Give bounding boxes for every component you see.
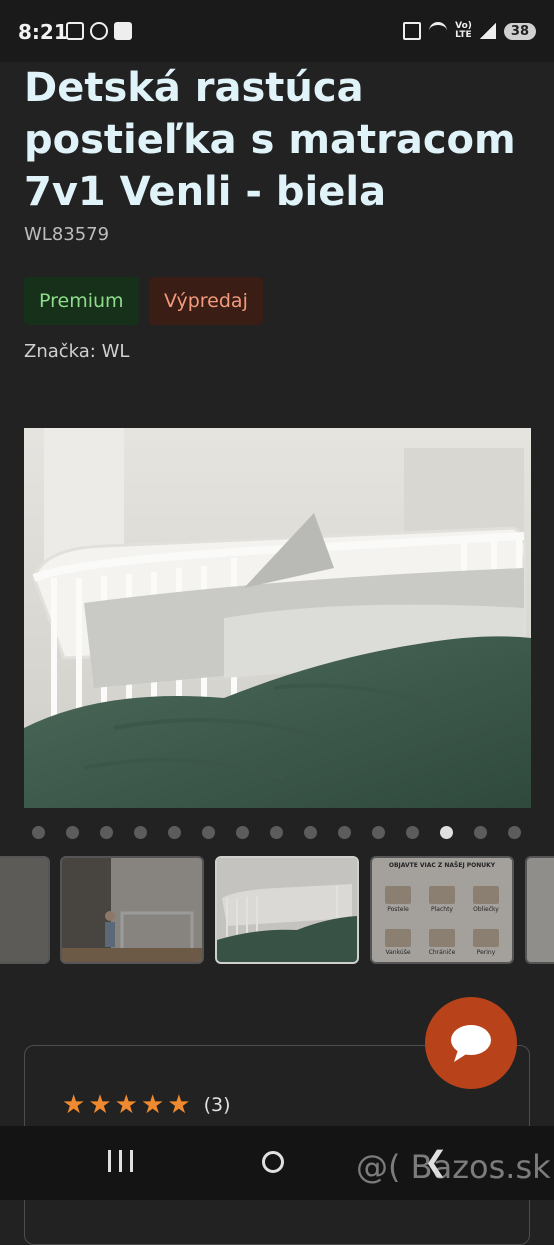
star-icon: ★ <box>167 1090 191 1120</box>
thumbnail-3-selected[interactable] <box>215 856 359 964</box>
pagination-dot[interactable] <box>372 826 385 839</box>
pagination-dot[interactable] <box>406 826 419 839</box>
premium-badge: Premium <box>24 277 139 325</box>
pagination-dot[interactable] <box>202 826 215 839</box>
pagination-dot[interactable] <box>474 826 487 839</box>
chat-button[interactable] <box>425 997 517 1089</box>
pagination-dot[interactable] <box>338 826 351 839</box>
notification-icons <box>66 22 132 40</box>
pagination-dot[interactable] <box>66 826 79 839</box>
sale-badge: Výpredaj <box>149 277 263 325</box>
star-icon: ★ <box>62 1090 86 1120</box>
pagination-dot[interactable] <box>168 826 181 839</box>
recent-apps-button[interactable] <box>108 1150 133 1172</box>
signal-icon <box>479 23 496 39</box>
status-bar: 8:21 Vo) LTE 38 <box>0 0 554 62</box>
pagination-dot-active[interactable] <box>440 826 453 839</box>
rating-stars[interactable]: ★ ★ ★ ★ ★ (3) <box>62 1092 230 1118</box>
product-title: Detská rastúca postieľka s matracom 7v1 … <box>24 65 516 215</box>
thumbnail-5[interactable] <box>525 856 554 964</box>
pagination-dot[interactable] <box>304 826 317 839</box>
pagination-dot[interactable] <box>100 826 113 839</box>
star-icon: ★ <box>140 1090 165 1120</box>
pagination-dot[interactable] <box>134 826 147 839</box>
product-sku: WL83579 <box>24 224 110 245</box>
product-main-image[interactable] <box>24 428 531 808</box>
pagination-dot[interactable] <box>270 826 283 839</box>
review-count: (3) <box>203 1094 231 1116</box>
screenshot-icon <box>66 22 84 40</box>
status-time: 8:21 <box>18 20 68 44</box>
star-icon: ★ <box>114 1090 138 1120</box>
lte-icon: Vo) LTE <box>455 21 472 40</box>
home-button[interactable] <box>262 1151 284 1173</box>
thumbnail-4[interactable]: OBJAVTE VIAC Z NAŠEJ PONUKY Postele Plac… <box>370 856 514 964</box>
chat-bubble-icon <box>451 1025 491 1062</box>
system-icons: Vo) LTE 38 <box>403 22 536 40</box>
gallery-pagination <box>32 826 521 839</box>
thumbnail-1[interactable] <box>0 856 50 964</box>
bazos-watermark: @( Bazos.sk <box>356 1148 551 1186</box>
product-brand: Značka: WL <box>24 341 130 362</box>
mute-icon <box>403 22 422 40</box>
battery-indicator: 38 <box>503 22 536 40</box>
thumbnail-2[interactable] <box>60 856 204 964</box>
thumbnail-strip[interactable]: OBJAVTE VIAC Z NAŠEJ PONUKY Postele Plac… <box>0 856 554 966</box>
whatsapp-icon <box>90 22 108 40</box>
star-icon: ★ <box>88 1090 112 1120</box>
check-notification-icon <box>114 22 132 40</box>
pagination-dot[interactable] <box>508 826 521 839</box>
wifi-icon <box>429 22 448 40</box>
pagination-dot[interactable] <box>32 826 45 839</box>
pagination-dot[interactable] <box>236 826 249 839</box>
